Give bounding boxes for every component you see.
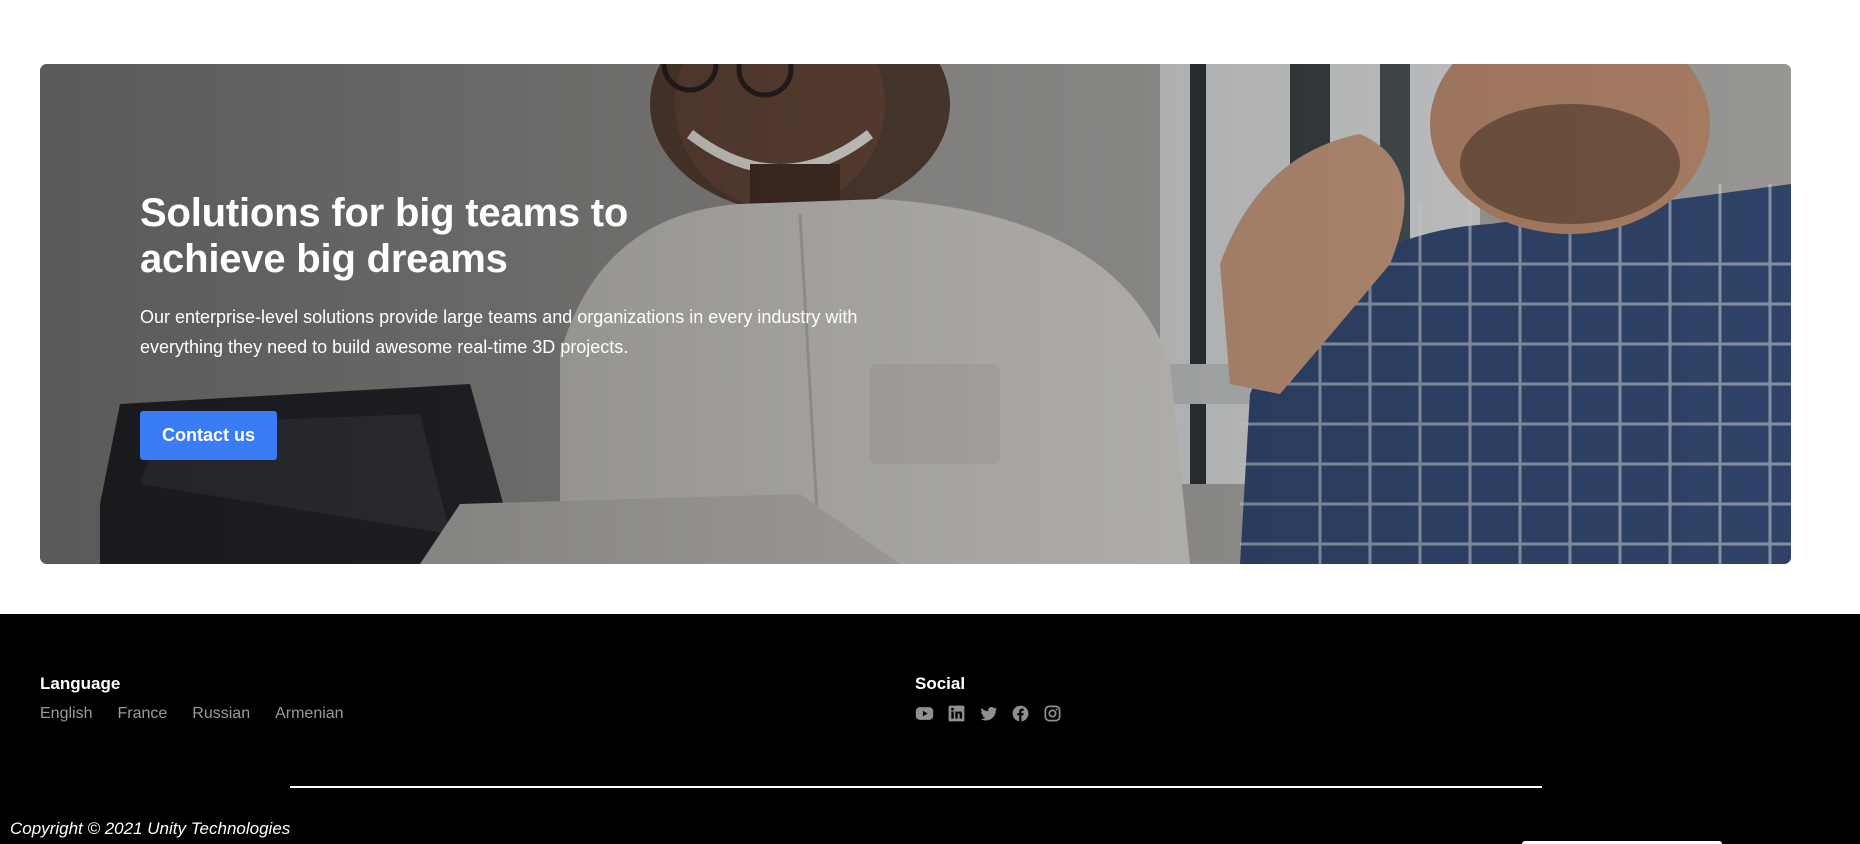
twitter-icon[interactable] [979,704,998,723]
instagram-icon[interactable] [1043,704,1062,723]
facebook-icon[interactable] [1011,704,1030,723]
hero-description: Our enterprise-level solutions provide l… [140,307,858,357]
language-heading: Language [40,674,121,693]
hero-banner: Solutions for big teams to achieve big d… [40,64,1791,564]
copyright-text: Copyright © 2021 Unity Technologies [10,819,291,838]
youtube-icon[interactable] [915,704,934,723]
hero-title: Solutions for big teams to achieve big d… [140,191,629,281]
contact-us-button[interactable]: Contact us [140,411,278,460]
social-heading: Social [915,674,966,693]
hero-content: Solutions for big teams to achieve big d… [140,190,900,460]
language-link-france[interactable]: France [117,704,167,724]
language-link-armenian[interactable]: Armenian [275,704,343,724]
language-list: English France Russian Armenian [40,704,344,724]
footer-social-section: Social [915,674,1062,723]
language-link-russian[interactable]: Russian [192,704,250,724]
language-link-english[interactable]: English [40,704,92,724]
social-icon-list [915,704,1062,723]
footer: Language English France Russian Armenian… [0,614,1860,844]
linkedin-icon[interactable] [947,704,966,723]
footer-language-section: Language English France Russian Armenian [40,674,344,724]
footer-divider [290,786,1542,788]
